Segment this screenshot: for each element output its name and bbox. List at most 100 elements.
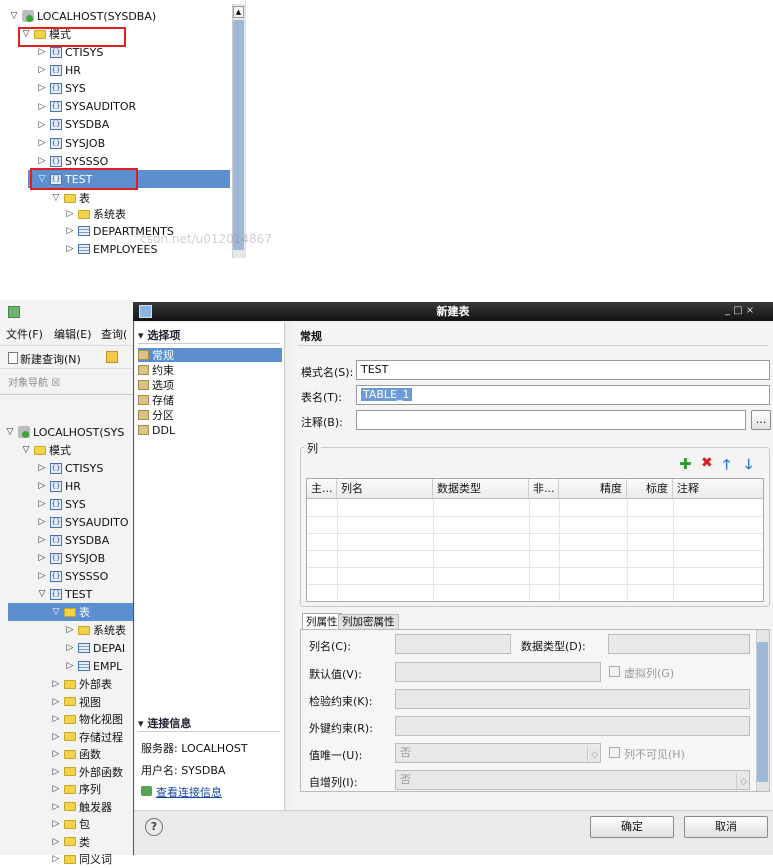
- left-tree-root[interactable]: ▽ LOCALHOST(SYS: [4, 423, 125, 441]
- left-tree-folder-item[interactable]: ▷ 存储过程: [50, 728, 123, 746]
- collapsed-arrow-icon[interactable]: ▷: [50, 802, 62, 812]
- collapsed-arrow-icon[interactable]: ▷: [36, 47, 48, 57]
- new-query-button[interactable]: 新建查询(N): [20, 351, 81, 367]
- nav-item[interactable]: DDL: [138, 423, 175, 437]
- table-name-field[interactable]: TABLE_1: [356, 385, 770, 405]
- top-tree-schema-item[interactable]: ▷{} SYSDBA: [36, 116, 110, 134]
- expanded-arrow-icon[interactable]: ▽: [50, 193, 62, 203]
- schema-name-field[interactable]: TEST: [356, 360, 770, 380]
- comment-more-button[interactable]: ...: [751, 410, 771, 430]
- left-tree-employees[interactable]: ▷ EMPL: [64, 657, 123, 675]
- left-tree-folder-item[interactable]: ▷ 触发器: [50, 798, 112, 816]
- top-tree-schema-item[interactable]: ▷{} SYSJOB: [36, 134, 106, 152]
- collapsed-arrow-icon[interactable]: ▷: [50, 854, 62, 864]
- menu-file[interactable]: 文件(F): [6, 326, 43, 342]
- top-tree-system-tables[interactable]: ▷ 系统表: [64, 205, 126, 223]
- menu-query[interactable]: 查询(: [101, 326, 127, 342]
- left-tree-folder-item[interactable]: ▷ 外部表: [50, 675, 112, 693]
- expanded-arrow-icon[interactable]: ▽: [8, 11, 20, 21]
- delete-column-icon[interactable]: ✖: [701, 455, 713, 471]
- comment-field[interactable]: [356, 410, 746, 430]
- expanded-arrow-icon[interactable]: ▽: [4, 427, 16, 437]
- grid-header[interactable]: 注释: [673, 479, 763, 499]
- grid-header[interactable]: 列名: [337, 479, 433, 499]
- nav-item[interactable]: 存储: [138, 393, 174, 407]
- collapsed-arrow-icon[interactable]: ▷: [64, 226, 76, 236]
- autoinc-select[interactable]: 否 ◇: [395, 770, 750, 791]
- top-scrollbar-thumb[interactable]: [233, 20, 244, 250]
- collapsed-arrow-icon[interactable]: ▷: [50, 819, 62, 829]
- left-tree-schema-folder[interactable]: ▽ 模式: [20, 441, 71, 459]
- collapsed-arrow-icon[interactable]: ▷: [50, 749, 62, 759]
- expanded-arrow-icon[interactable]: ▽: [36, 589, 48, 599]
- collapsed-arrow-icon[interactable]: ▷: [64, 625, 76, 635]
- collapsed-arrow-icon[interactable]: ▷: [36, 65, 48, 75]
- grid-header[interactable]: 主...: [307, 479, 337, 499]
- left-tree-folder-item[interactable]: ▷ 同义词: [50, 850, 112, 868]
- window-controls[interactable]: _ □ ×: [725, 305, 754, 316]
- collapsed-arrow-icon[interactable]: ▷: [36, 553, 48, 563]
- collapsed-arrow-icon[interactable]: ▷: [36, 499, 48, 509]
- collapsed-arrow-icon[interactable]: ▷: [64, 209, 76, 219]
- left-tree-folder-item[interactable]: ▷ 序列: [50, 780, 101, 798]
- left-tree-schema-item[interactable]: ▷{} HR: [36, 477, 81, 495]
- left-tree-folder-item[interactable]: ▷ 类: [50, 833, 90, 851]
- nav-item[interactable]: 约束: [138, 363, 174, 377]
- collapsed-arrow-icon[interactable]: ▷: [50, 784, 62, 794]
- collapsed-arrow-icon[interactable]: ▷: [36, 481, 48, 491]
- left-tree-folder-item[interactable]: ▷ 包: [50, 815, 90, 833]
- col-name-field[interactable]: [395, 634, 511, 654]
- tab-panel-scroll-thumb[interactable]: [757, 642, 768, 782]
- collapsed-arrow-icon[interactable]: ▷: [36, 535, 48, 545]
- left-tree-schema-item[interactable]: ▷{} SYSDBA: [36, 531, 110, 549]
- grid-header[interactable]: 非...: [529, 479, 559, 499]
- move-down-icon[interactable]: 🡓: [745, 454, 752, 478]
- move-up-icon[interactable]: 🡑: [723, 454, 730, 478]
- cancel-button[interactable]: 取消: [684, 816, 768, 838]
- nav-item[interactable]: 分区: [138, 408, 174, 422]
- default-value-field[interactable]: [395, 662, 601, 682]
- object-nav-tab[interactable]: 对象导航 ☒: [0, 373, 133, 395]
- left-tree-folder-item[interactable]: ▷ 物化视图: [50, 710, 123, 728]
- top-scroll-up[interactable]: ▲: [233, 6, 244, 18]
- collapsed-arrow-icon[interactable]: ▷: [36, 120, 48, 130]
- grid-header[interactable]: 精度: [559, 479, 627, 499]
- columns-grid[interactable]: 主... 列名 数据类型 非... 精度 标度 注释: [306, 478, 764, 602]
- expanded-arrow-icon[interactable]: ▽: [50, 607, 62, 617]
- top-tree-schema-item[interactable]: ▷{} SYS: [36, 79, 86, 97]
- collapsed-arrow-icon[interactable]: ▷: [36, 517, 48, 527]
- left-tree-schema-item[interactable]: ▷{} SYSSSO: [36, 567, 109, 585]
- left-tree-folder-item[interactable]: ▷ 函数: [50, 745, 101, 763]
- left-tree-folder-item[interactable]: ▷ 视图: [50, 693, 101, 711]
- data-type-field[interactable]: [608, 634, 750, 654]
- collapsed-arrow-icon[interactable]: ▷: [36, 571, 48, 581]
- left-tree-schema-item[interactable]: ▷{} SYSJOB: [36, 549, 106, 567]
- grid-header[interactable]: 标度: [627, 479, 673, 499]
- toolbar-action-icon[interactable]: [106, 351, 118, 363]
- left-tree-table-folder[interactable]: ▽ 表: [8, 603, 133, 621]
- collapsed-arrow-icon[interactable]: ▷: [36, 463, 48, 473]
- left-tree-schema-item[interactable]: ▷{} SYS: [36, 495, 86, 513]
- top-tree-schema-item[interactable]: ▷{} SYSAUDITOR: [36, 98, 137, 116]
- nav-item[interactable]: 常规: [138, 348, 282, 362]
- collapsed-arrow-icon[interactable]: ▷: [50, 732, 62, 742]
- help-button[interactable]: ?: [145, 818, 163, 836]
- top-tree-root[interactable]: ▽ LOCALHOST(SYSDBA): [8, 7, 157, 25]
- foreign-key-field[interactable]: [395, 716, 750, 736]
- left-tree-departments[interactable]: ▷ DEPAI: [64, 639, 126, 657]
- invisible-col-checkbox[interactable]: [609, 747, 620, 758]
- collapsed-arrow-icon[interactable]: ▷: [36, 138, 48, 148]
- collapsed-arrow-icon[interactable]: ▷: [64, 661, 76, 671]
- unique-select[interactable]: 否 ◇: [395, 743, 601, 764]
- view-connection-link[interactable]: 查看连接信息: [156, 784, 222, 800]
- left-tree-test[interactable]: ▽{} TEST: [36, 585, 93, 603]
- virtual-col-checkbox[interactable]: [609, 666, 620, 677]
- collapsed-arrow-icon[interactable]: ▷: [36, 83, 48, 93]
- tab-encryption-properties[interactable]: 列加密属性: [338, 614, 399, 630]
- collapsed-arrow-icon[interactable]: ▷: [64, 643, 76, 653]
- collapsed-arrow-icon[interactable]: ▷: [36, 102, 48, 112]
- collapsed-arrow-icon[interactable]: ▷: [36, 156, 48, 166]
- left-tree-schema-item[interactable]: ▷{} CTISYS: [36, 459, 104, 477]
- grid-header[interactable]: 数据类型: [433, 479, 529, 499]
- check-constraint-field[interactable]: [395, 689, 750, 709]
